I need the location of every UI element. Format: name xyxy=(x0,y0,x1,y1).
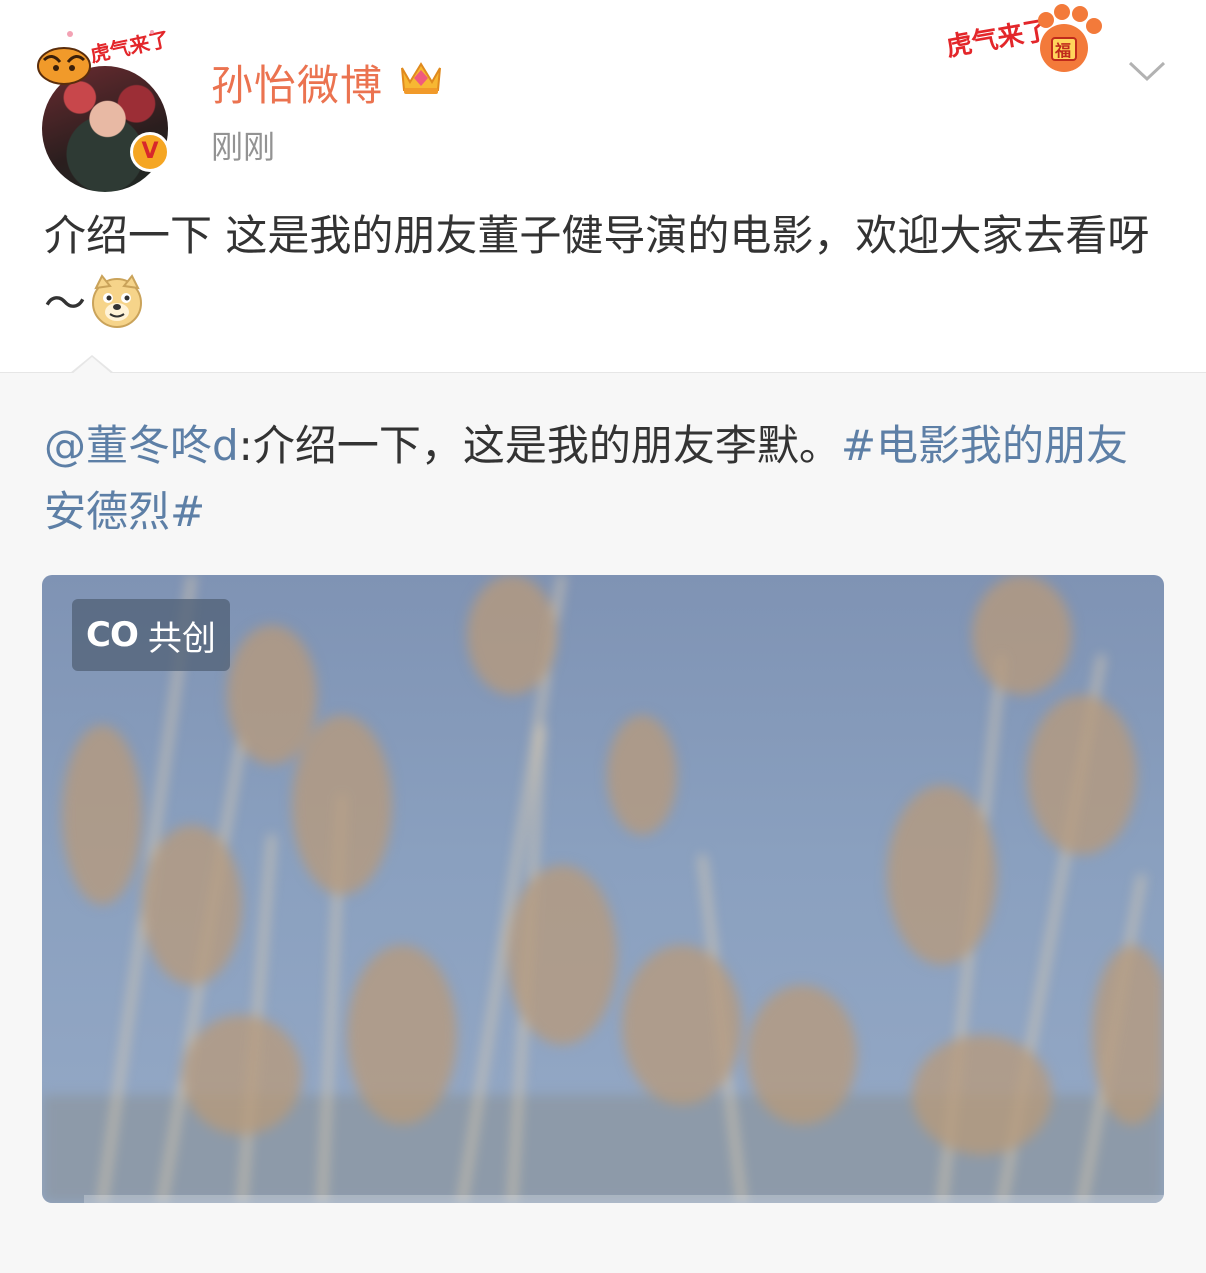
mention-link[interactable]: @董冬咚d xyxy=(44,421,239,470)
co-creation-badge: CO 共创 xyxy=(72,599,230,671)
repost-body: 介绍一下，这是我的朋友李默。 xyxy=(252,421,841,470)
co-creation-label: 共创 xyxy=(147,618,216,659)
post-text: 介绍一下 这是我的朋友董子健导演的电影，欢迎大家去看呀～ xyxy=(44,202,1174,338)
repost-text: @董冬咚d:介绍一下，这是我的朋友李默。#电影我的朋友安德烈# xyxy=(44,413,1164,545)
avatar-frame-text: 虎气来了 xyxy=(88,28,171,67)
doge-emoji-icon xyxy=(92,274,143,328)
weibo-post: 虎气来了 V 孙怡微博 刚刚 虎气来了 福 介绍一下 这是我的朋友董子健导演的电… xyxy=(0,0,1206,372)
repost-separator: : xyxy=(238,421,253,470)
co-creation-icon: CO xyxy=(86,615,139,655)
festive-badge-text: 虎气来了 xyxy=(944,14,1052,63)
username[interactable]: 孙怡微博 xyxy=(211,52,383,113)
video-player[interactable]: CO 共创 xyxy=(42,575,1164,1203)
festive-badge-glyph: 福 xyxy=(1054,41,1071,60)
festive-paw-icon: 虎气来了 福 xyxy=(944,4,1102,72)
crown-icon[interactable] xyxy=(398,56,444,98)
timestamp: 刚刚 xyxy=(211,128,276,166)
repost-card[interactable]: @董冬咚d:介绍一下，这是我的朋友李默。#电影我的朋友安德烈# CO 共创 xyxy=(0,355,1206,1243)
tiger-avatar-frame-icon: 虎气来了 xyxy=(37,28,171,85)
verified-badge: V xyxy=(130,132,170,172)
video-progress-track xyxy=(84,1195,1164,1203)
avatar-wrap[interactable]: 虎气来了 V xyxy=(34,22,176,192)
post-text-content: 介绍一下 这是我的朋友董子健导演的电影，欢迎大家去看呀～ xyxy=(44,211,1150,328)
repost-pointer-inner xyxy=(72,357,112,374)
chevron-down-icon[interactable] xyxy=(1126,55,1168,87)
